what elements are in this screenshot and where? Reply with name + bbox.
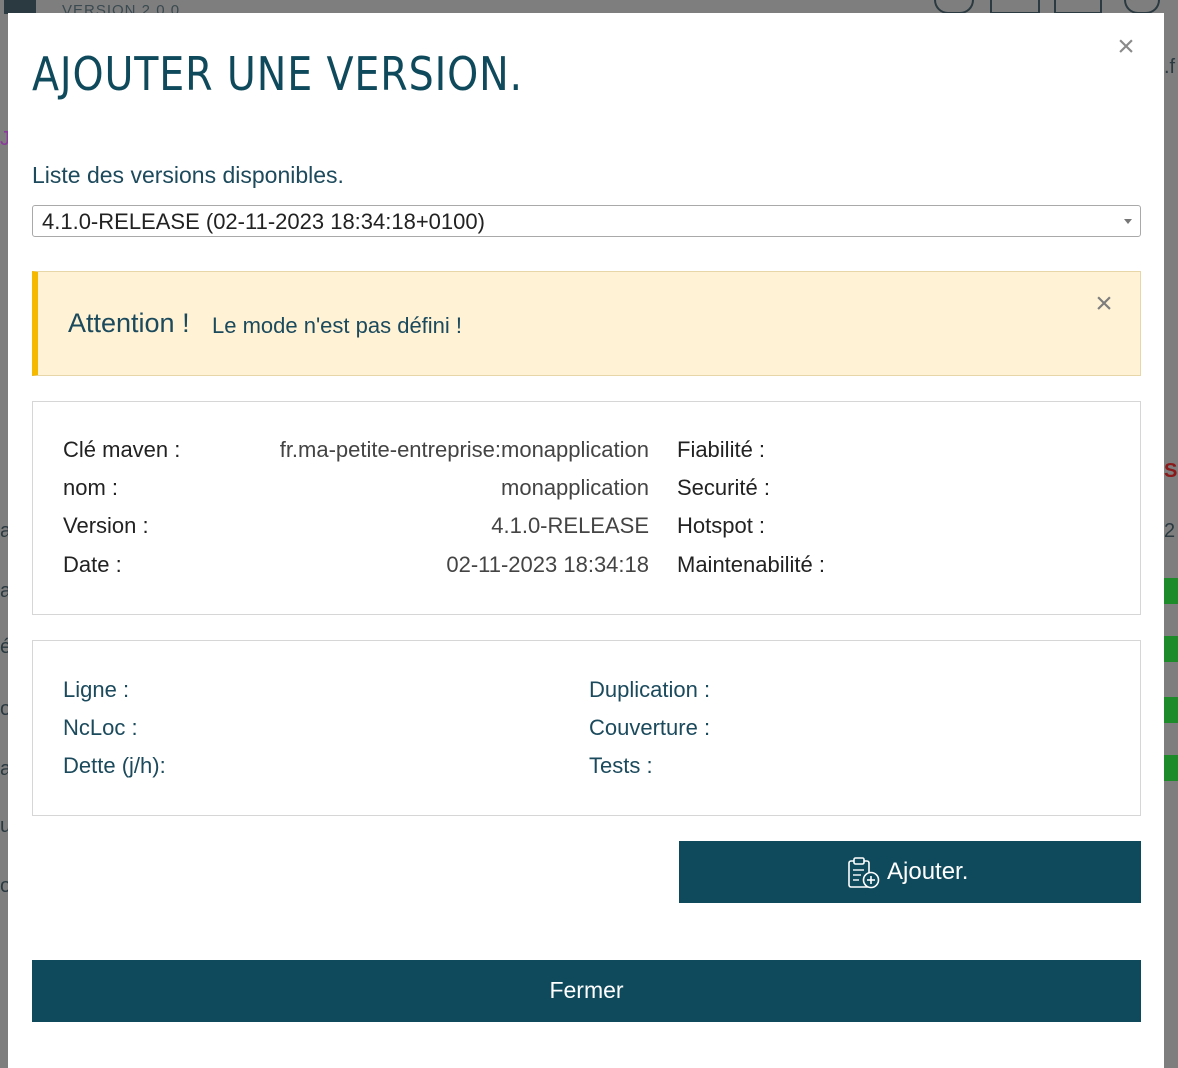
tests-label: Tests : — [589, 753, 653, 778]
hotspot-label: Hotspot : — [677, 513, 766, 538]
close-button[interactable]: Fermer — [32, 960, 1141, 1022]
maven-key-label: Clé maven : — [63, 437, 181, 462]
bg-status-badge — [1164, 578, 1178, 604]
bg-status-badge — [1164, 636, 1178, 662]
name-value: monapplication — [501, 475, 649, 500]
version-select[interactable]: 4.1.0-RELEASE (02-11-2023 18:34:18+0100) — [32, 205, 1141, 237]
bg-text-fragment: .f — [1164, 56, 1176, 78]
bg-text-fragment: 2 — [1164, 520, 1176, 542]
date-label: Date : — [63, 552, 122, 577]
securite-label: Securité : — [677, 475, 770, 500]
app-logo — [4, 0, 36, 14]
alert-close-icon[interactable]: × — [1092, 289, 1116, 319]
date-value: 02-11-2023 18:34:18 — [446, 552, 649, 577]
duplication-label: Duplication : — [589, 677, 711, 702]
version-value: 4.1.0-RELEASE — [491, 513, 649, 538]
bg-text-fragment: S — [1164, 460, 1178, 482]
version-info-panel: Clé maven : fr.ma-petite-entreprise:mona… — [32, 401, 1141, 615]
add-version-modal: × AJOUTER UNE VERSION. Liste des version… — [8, 13, 1164, 1068]
version-select-value: 4.1.0-RELEASE (02-11-2023 18:34:18+0100) — [42, 209, 485, 234]
modal-title: AJOUTER UNE VERSION. — [32, 47, 523, 101]
warning-alert: Attention ! Le mode n'est pas défini ! × — [32, 271, 1141, 376]
bg-status-badge — [1164, 697, 1178, 723]
add-version-button[interactable]: Ajouter. — [679, 841, 1141, 903]
close-button-label: Fermer — [549, 977, 624, 1003]
alert-title: Attention ! — [68, 308, 190, 338]
alert-message: Le mode n'est pas défini ! — [212, 313, 463, 338]
bg-status-badge — [1164, 755, 1178, 781]
ligne-label: Ligne : — [63, 677, 130, 702]
maven-key-value: fr.ma-petite-entreprise:monapplication — [279, 437, 649, 462]
dette-label: Dette (j/h): — [63, 753, 166, 778]
name-label: nom : — [63, 475, 119, 500]
ncloc-label: NcLoc : — [63, 715, 138, 740]
fiabilite-label: Fiabilité : — [677, 437, 766, 462]
maintenabilite-label: Maintenabilité : — [677, 552, 825, 577]
version-label: Version : — [63, 513, 149, 538]
version-list-label: Liste des versions disponibles. — [32, 162, 344, 188]
couverture-label: Couverture : — [589, 715, 711, 740]
metrics-panel: Ligne : NcLoc : Dette (j/h): Duplication… — [32, 640, 1141, 816]
modal-close-icon[interactable]: × — [1112, 32, 1140, 62]
header-icons — [930, 0, 1160, 14]
chevron-down-icon — [1124, 219, 1132, 224]
add-version-button-label: Ajouter. — [887, 858, 969, 885]
clipboard-add-icon — [848, 857, 880, 889]
